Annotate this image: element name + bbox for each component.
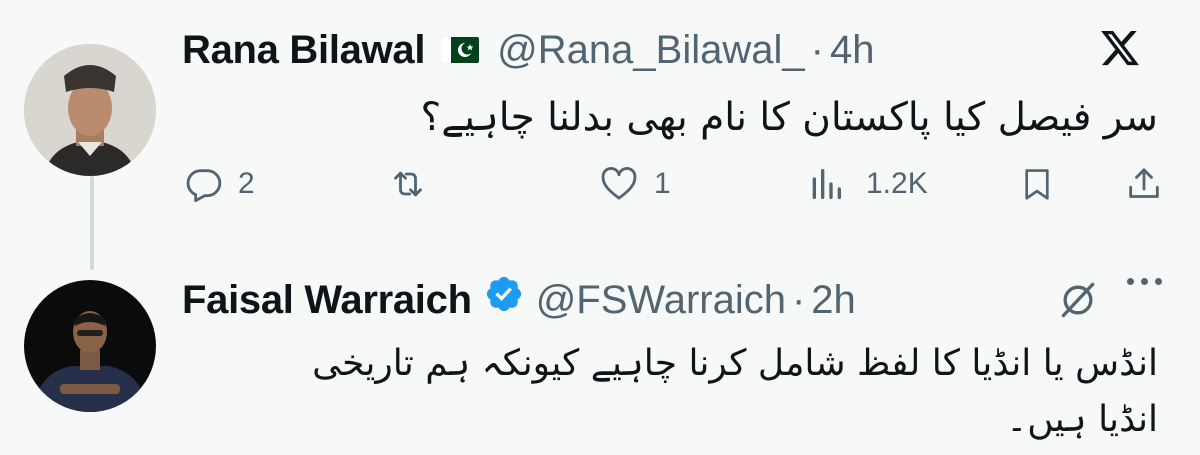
retweet-icon <box>386 164 430 204</box>
tweet2-timestamp[interactable]: 2h <box>811 276 856 324</box>
reply-count: 2 <box>238 167 255 200</box>
bookmark-button[interactable] <box>1018 164 1056 204</box>
reply-icon <box>184 164 224 204</box>
dot <box>1127 278 1134 285</box>
share-icon <box>1124 164 1164 204</box>
tweet2-text-line1: انڈس یا انڈیا کا لفظ شامل کرنا چاہیے کیو… <box>312 343 1158 384</box>
tweet1-header: Rana Bilawal @Rana_Bilawal_ · 4h <box>182 26 874 74</box>
views-button[interactable]: 1.2K <box>806 164 928 204</box>
tweet1-handle[interactable]: @Rana_Bilawal_ <box>497 26 804 74</box>
tweet2-handle[interactable]: @FSWarraich <box>536 276 786 324</box>
tweet2-text-line2: انڈیا ہیں۔ <box>1006 399 1158 440</box>
tweet1-text: سر فیصل کیا پاکستان کا نام بھی بدلنا چاہ… <box>420 95 1158 140</box>
verified-badge-icon[interactable] <box>484 274 524 325</box>
tweet1-author-name[interactable]: Rana Bilawal <box>182 26 425 74</box>
x-logo-icon[interactable] <box>1098 27 1142 74</box>
tweet2-separator: · <box>791 277 806 322</box>
more-dots-icon[interactable] <box>1127 278 1162 285</box>
like-button[interactable]: 1 <box>598 164 671 204</box>
avatar-rana-bilawal[interactable] <box>24 44 156 176</box>
grok-icon[interactable] <box>1056 278 1100 327</box>
views-count: 1.2K <box>866 167 928 200</box>
pakistan-flag-icon <box>441 26 480 74</box>
share-button[interactable] <box>1124 164 1164 204</box>
reply-button[interactable]: 2 <box>184 164 255 204</box>
tweet2-author-name[interactable]: Faisal Warraich <box>182 276 472 324</box>
heart-icon <box>598 164 640 204</box>
like-count: 1 <box>654 167 671 200</box>
tweet1-separator: · <box>810 28 824 72</box>
tweet2-header: Faisal Warraich @FSWarraich · 2h <box>182 274 856 325</box>
analytics-icon <box>806 164 846 204</box>
thread-connector-line <box>90 176 94 270</box>
tweet1-timestamp[interactable]: 4h <box>830 26 875 74</box>
dot <box>1141 278 1148 285</box>
bookmark-icon <box>1018 164 1056 204</box>
avatar-faisal-warraich[interactable] <box>24 280 156 412</box>
retweet-button[interactable] <box>386 164 444 204</box>
dot <box>1155 278 1162 285</box>
